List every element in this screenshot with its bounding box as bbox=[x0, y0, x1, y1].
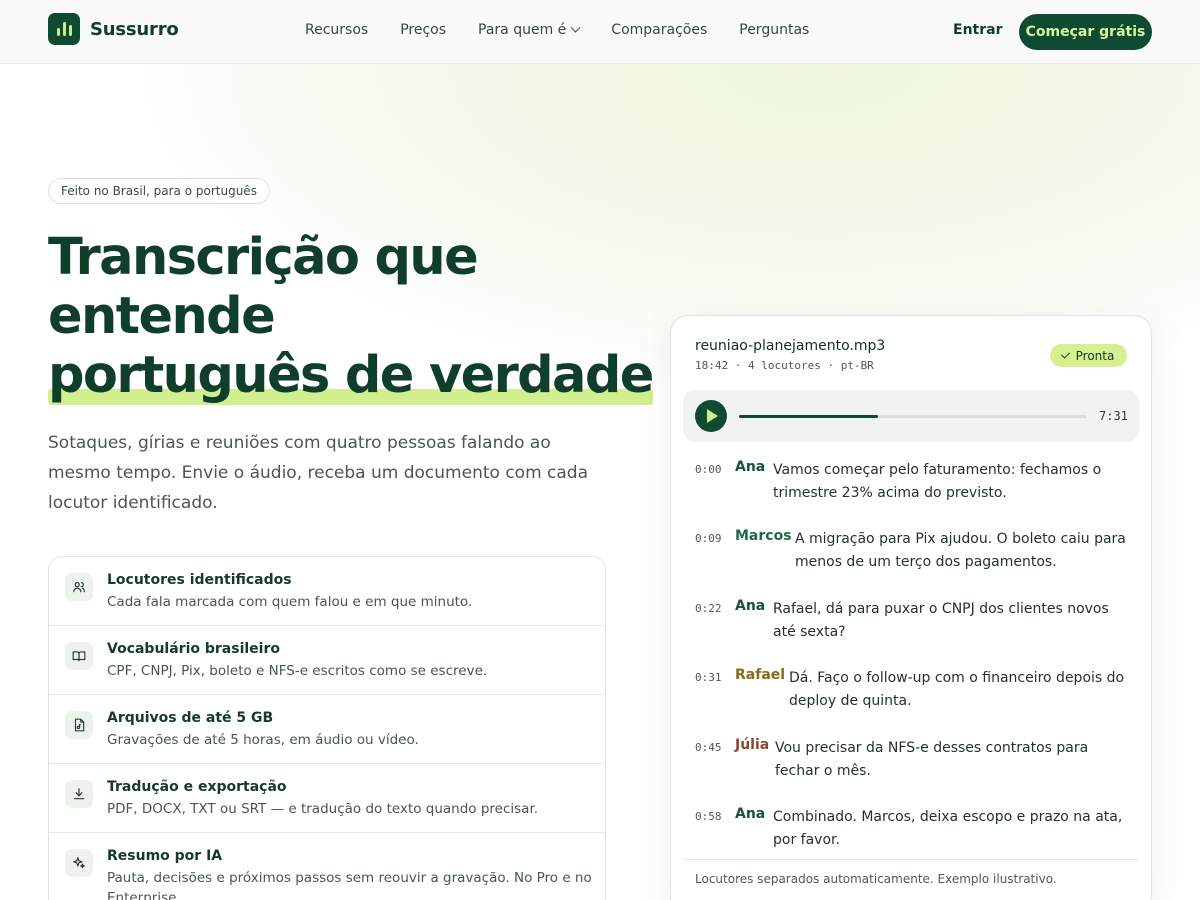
feature-desc: PDF, DOCX, TXT ou SRT — e tradução do te… bbox=[107, 801, 539, 817]
transcript-segment: 0:22 Ana Rafael, dá para puxar o CNPJ do… bbox=[695, 598, 1135, 644]
segment-speaker: Rafael bbox=[735, 667, 786, 683]
main-nav: Recursos Preços Para quem é Comparações … bbox=[305, 22, 809, 38]
transcript-segment: 0:45 Júlia Vou precisar da NFS-e desses … bbox=[695, 737, 1135, 783]
hero-title-line-2: entende bbox=[48, 287, 276, 346]
brand-name: Sussurro bbox=[90, 18, 179, 40]
segment-time: 0:22 bbox=[695, 602, 722, 615]
nav-item-comparacoes[interactable]: Comparações bbox=[611, 22, 707, 38]
segment-speaker: Ana bbox=[735, 459, 766, 475]
nav-item-precos[interactable]: Preços bbox=[400, 22, 446, 38]
brand-logo[interactable]: Sussurro bbox=[48, 13, 179, 45]
hero-lead: Sotaques, gírias e reuniões com quatro p… bbox=[48, 433, 588, 513]
site-header: Sussurro Recursos Preços Para quem é Com… bbox=[0, 0, 1200, 64]
chevron-down-icon bbox=[570, 22, 581, 33]
progress-track[interactable] bbox=[739, 415, 1087, 418]
feature-item: Vocabulário brasileiro CPF, CNPJ, Pix, b… bbox=[49, 626, 605, 695]
nav-item-recursos[interactable]: Recursos bbox=[305, 22, 368, 38]
feature-list: Locutores identificados Cada fala marcad… bbox=[48, 556, 606, 900]
feature-title: Tradução e exportação bbox=[107, 779, 287, 795]
file-meta: 18:42 · 4 locutores · pt-BR bbox=[695, 359, 874, 372]
feature-item: Arquivos de até 5 GB Gravações de até 5 … bbox=[49, 695, 605, 764]
segment-speaker: Ana bbox=[735, 598, 766, 614]
feature-item: Tradução e exportação PDF, DOCX, TXT ou … bbox=[49, 764, 605, 833]
start-free-button[interactable]: Começar grátis bbox=[1019, 14, 1152, 50]
transcript-segment: 0:31 Rafael Dá. Faço o follow-up com o f… bbox=[695, 667, 1135, 713]
nav-item-perguntas[interactable]: Perguntas bbox=[739, 22, 809, 38]
download-icon bbox=[65, 780, 93, 808]
segment-time: 0:31 bbox=[695, 671, 722, 684]
segment-time: 0:45 bbox=[695, 741, 722, 754]
nav-item-para-quem[interactable]: Para quem é bbox=[478, 22, 581, 38]
segment-time: 0:09 bbox=[695, 532, 722, 545]
feature-title: Resumo por IA bbox=[107, 848, 223, 864]
transcript-footer-note: Locutores separados automaticamente. Exe… bbox=[683, 859, 1139, 898]
transcript-segment: 0:09 Marcos A migração para Pix ajudou. … bbox=[695, 528, 1135, 574]
segment-speaker: Ana bbox=[735, 806, 766, 822]
feature-item: Locutores identificados Cada fala marcad… bbox=[49, 557, 605, 626]
feature-item: Resumo por IA Pauta, decisões e próximos… bbox=[49, 833, 605, 900]
feature-desc: Pauta, decisões e próximos passos sem re… bbox=[107, 870, 592, 900]
transcript-card: reuniao-planejamento.mp3 18:42 · 4 locut… bbox=[670, 315, 1152, 900]
duration: 7:31 bbox=[1099, 409, 1128, 423]
transcript-segment: 0:00 Ana Vamos começar pelo faturamento:… bbox=[695, 459, 1135, 505]
hero-title-line-1: Transcrição que bbox=[48, 228, 479, 287]
feature-title: Vocabulário brasileiro bbox=[107, 641, 280, 657]
feature-desc: Cada fala marcada com quem falou e em qu… bbox=[107, 594, 473, 610]
transcript-segment: 0:58 Ana Combinado. Marcos, deixa escopo… bbox=[695, 806, 1135, 852]
status-badge: Pronta bbox=[1050, 344, 1127, 367]
feature-desc: CPF, CNPJ, Pix, boleto e NFS-e escritos … bbox=[107, 663, 488, 679]
audio-bars-icon bbox=[48, 13, 80, 45]
hero-title-highlight: português de verdade bbox=[48, 346, 654, 405]
users-icon bbox=[65, 573, 93, 601]
feature-title: Locutores identificados bbox=[107, 572, 292, 588]
file-name: reuniao-planejamento.mp3 bbox=[695, 338, 886, 354]
segment-time: 0:58 bbox=[695, 810, 722, 823]
play-button[interactable] bbox=[695, 400, 727, 432]
segment-speaker: Júlia bbox=[735, 737, 770, 753]
login-link[interactable]: Entrar bbox=[953, 22, 1002, 38]
book-icon bbox=[65, 642, 93, 670]
segment-time: 0:00 bbox=[695, 463, 722, 476]
nav-item-label: Para quem é bbox=[478, 22, 567, 38]
feature-desc: Gravações de até 5 horas, em áudio ou ví… bbox=[107, 732, 419, 748]
status-label: Pronta bbox=[1075, 348, 1115, 363]
check-icon bbox=[1060, 349, 1070, 359]
audio-player: 7:31 bbox=[683, 390, 1139, 442]
progress-fill bbox=[739, 415, 879, 418]
segment-speaker: Marcos bbox=[735, 528, 792, 544]
hero-badge: Feito no Brasil, para o português bbox=[48, 178, 270, 204]
sparkles-icon bbox=[65, 849, 93, 877]
hero-title: Transcrição que entende português de ver… bbox=[48, 228, 668, 405]
feature-title: Arquivos de até 5 GB bbox=[107, 710, 274, 726]
file-audio-icon bbox=[65, 711, 93, 739]
